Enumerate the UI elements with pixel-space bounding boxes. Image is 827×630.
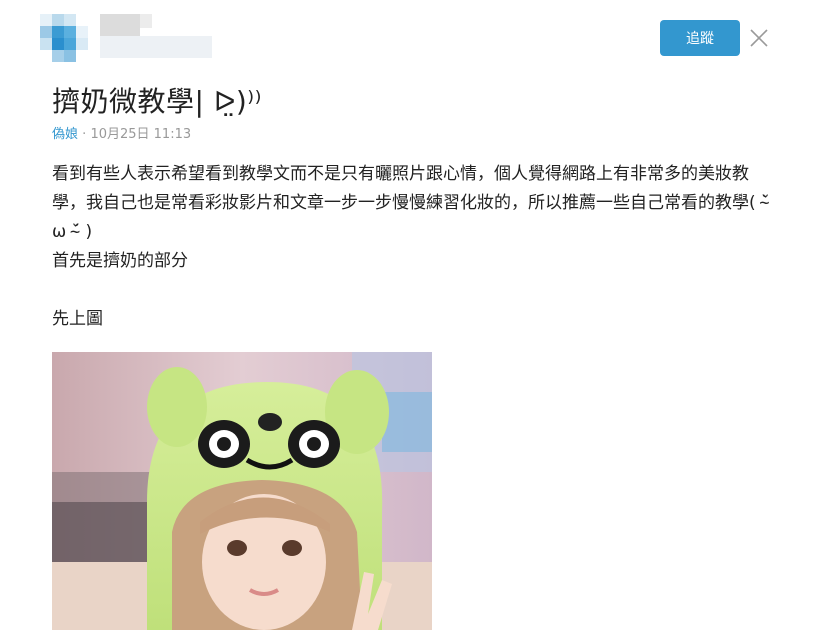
- post-photo[interactable]: [52, 352, 432, 630]
- close-icon[interactable]: [748, 27, 770, 49]
- board-link[interactable]: 偽娘: [52, 127, 78, 142]
- post-date: 10月25日 11:13: [90, 127, 192, 142]
- content-paragraph: 首先是擠奶的部分: [52, 251, 188, 271]
- follow-button[interactable]: 追蹤: [660, 20, 740, 56]
- content-paragraph: 看到有些人表示希望看到教學文而不是只有曬照片跟心情，個人覺得網路上有非常多的美妝…: [52, 164, 770, 242]
- content-paragraph: 先上圖: [52, 309, 103, 329]
- meta-separator: ·: [82, 127, 87, 142]
- post-title: 擠奶微教學| ᐅ̤)⁾⁾: [52, 85, 263, 118]
- post-content: 看到有些人表示希望看到教學文而不是只有曬照片跟心情，個人覺得網路上有非常多的美妝…: [52, 160, 782, 334]
- post-meta: 偽娘 · 10月25日 11:13: [52, 123, 191, 142]
- author-avatar[interactable]: [40, 14, 92, 62]
